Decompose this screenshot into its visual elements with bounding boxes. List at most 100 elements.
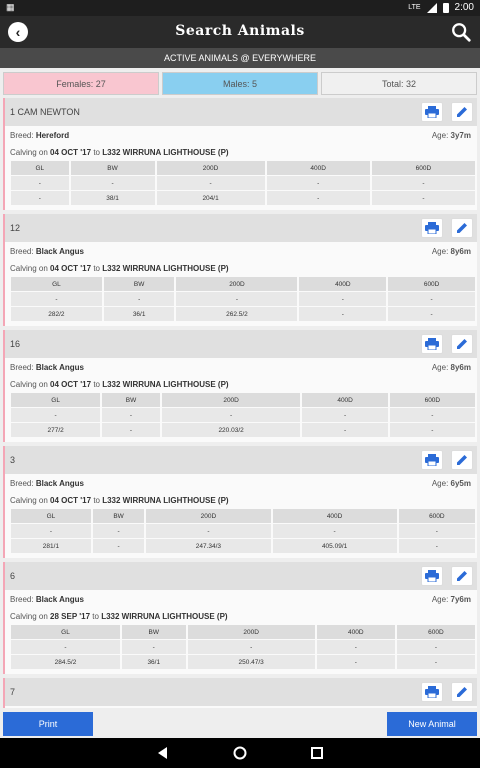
age-value: 7y6m [450,595,471,604]
print-animal-button[interactable] [421,102,443,122]
app-bar: ‹ Search Animals [0,16,480,48]
edit-animal-button[interactable] [451,334,473,354]
weights-header-cell: 400D [299,277,387,291]
weights-cell: - [316,640,395,654]
print-animal-button[interactable] [421,218,443,238]
weights-cell: - [103,292,175,306]
total-count-tab[interactable]: Total: 32 [321,72,477,95]
breed-value: Black Angus [35,247,84,256]
new-animal-button[interactable]: New Animal [387,712,477,736]
back-nav-icon[interactable] [155,745,171,761]
weights-cell: - [299,307,387,321]
calving-sire: L332 WIRRUNA LIGHTHOUSE (P) [102,380,229,389]
animal-card[interactable]: 16 Breed: Black Angus Age: 8y6m Calving on … [3,330,477,442]
calving-prefix: Calving on [10,148,48,157]
pencil-icon [452,222,472,234]
status-icons: LTE 2:00 [408,2,474,13]
weights-cell: - [266,176,370,190]
edit-animal-button[interactable] [451,566,473,586]
weights-cell: - [156,176,265,190]
search-icon[interactable] [450,21,472,43]
clock: 2:00 [454,2,474,13]
females-count-tab[interactable]: Females: 27 [3,72,159,95]
breed-value: Hereford [35,131,70,140]
gender-count-tabs: Females: 27 Males: 5 Total: 32 [3,72,477,95]
breed-value: Black Angus [35,595,84,604]
calving-to: to [93,496,100,505]
weights-header-cell: 600D [389,393,475,407]
weights-cell: 204/1 [156,191,265,205]
breed-label: Breed: [10,479,34,488]
breed-line: Breed: Hereford [10,131,69,140]
print-button[interactable]: Print [3,712,93,736]
weights-cell: - [11,640,120,654]
print-animal-button[interactable] [421,450,443,470]
page-title: Search Animals [175,23,305,39]
age-line: Age: 3y7m [432,131,471,140]
weights-header-cell: 600D [371,161,475,175]
printer-icon [422,338,442,350]
animal-card-header: 16 [5,330,477,358]
print-animal-button[interactable] [421,682,443,702]
weights-cell: - [389,408,475,422]
edit-animal-button[interactable] [451,218,473,238]
weights-cell: - [102,408,160,422]
calving-prefix: Calving on [10,380,48,389]
weights-cell: - [92,539,145,553]
weights-cell: 284.5/2 [11,655,120,669]
system-nav-bar [0,738,480,768]
calving-to: to [92,612,99,621]
animal-card[interactable]: 3 Breed: Black Angus Age: 6y5m Calving on 0… [3,446,477,558]
age-line: Age: 8y6m [432,247,471,256]
location-filter-label[interactable]: ACTIVE ANIMALS @ EVERYWHERE [0,48,480,68]
animal-card[interactable]: 1 CAM NEWTON Breed: Hereford Age: 3y7m Calv… [3,98,477,210]
weights-cell: - [70,176,155,190]
pencil-icon [452,570,472,582]
weights-cell: - [388,307,475,321]
breed-line: Breed: Black Angus [10,479,84,488]
weights-cell: - [398,524,475,538]
animal-list[interactable]: 1 CAM NEWTON Breed: Hereford Age: 3y7m Calv… [3,98,477,708]
calving-prefix: Calving on [10,264,48,273]
printer-icon [422,106,442,118]
weights-header-cell: 200D [187,625,315,639]
animal-id: 6 [10,571,16,581]
weights-header-cell: GL [11,161,69,175]
males-count-tab[interactable]: Males: 5 [162,72,318,95]
weights-header-cell: 400D [266,161,370,175]
calving-to: to [93,264,100,273]
signal-icon [426,2,437,13]
weights-header-cell: BW [103,277,175,291]
edit-animal-button[interactable] [451,102,473,122]
calving-date: 04 OCT '17 [50,380,92,389]
animal-card-header: 6 [5,562,477,590]
weights-cell: 36/1 [103,307,175,321]
age-value: 8y6m [450,363,471,372]
animal-id: 3 [10,455,16,465]
animal-card[interactable]: 12 Breed: Black Angus Age: 8y6m Calving on … [3,214,477,326]
network-label: LTE [408,4,421,11]
calving-line: Calving on 04 OCT '17 to L332 WIRRUNA LI… [10,148,229,157]
animal-card[interactable]: 6 Breed: Black Angus Age: 7y6m Calving on 2… [3,562,477,674]
edit-animal-button[interactable] [451,682,473,702]
home-nav-icon[interactable] [232,745,248,761]
animal-id: 16 [10,339,21,349]
weights-cell: 36/1 [121,655,186,669]
weights-cell: - [299,292,387,306]
weights-cell: - [396,655,475,669]
print-animal-button[interactable] [421,566,443,586]
animal-card[interactable]: 7 [3,678,477,708]
recents-nav-icon[interactable] [309,745,325,761]
edit-animal-button[interactable] [451,450,473,470]
weights-header-cell: 400D [316,625,395,639]
weights-header-cell: 600D [398,509,475,523]
weights-cell: - [176,292,298,306]
calving-to: to [93,380,100,389]
weights-header-cell: BW [70,161,155,175]
weights-cell: - [102,423,160,437]
weights-header-cell: 600D [388,277,475,291]
print-animal-button[interactable] [421,334,443,354]
calving-sire: L332 WIRRUNA LIGHTHOUSE (P) [102,496,229,505]
calving-sire: L332 WIRRUNA LIGHTHOUSE (P) [102,148,229,157]
breed-line: Breed: Black Angus [10,363,84,372]
